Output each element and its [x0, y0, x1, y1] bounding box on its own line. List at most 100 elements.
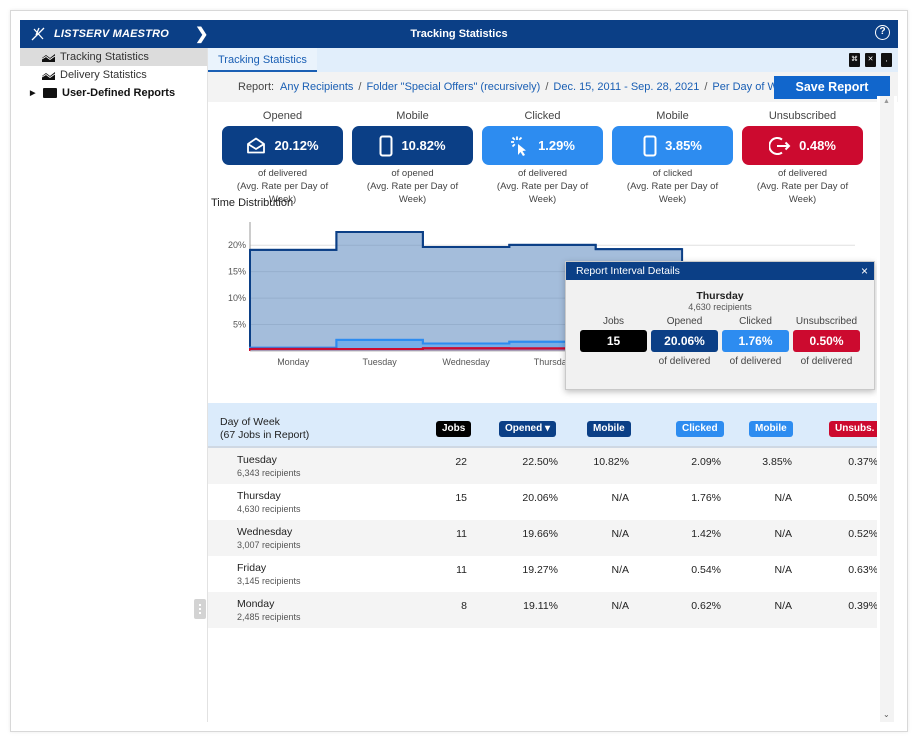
kpi-mobile-clicked: Mobile 3.85% of clicked (Avg. Rate per D…: [612, 110, 733, 206]
row-opened: 20.06%: [522, 492, 558, 504]
sidebar-item-label: User-Defined Reports: [62, 87, 176, 99]
row-mobile-opened: N/A: [611, 528, 629, 540]
y-tick-label: 10%: [228, 293, 246, 303]
row-jobs: 22: [455, 456, 467, 468]
row-clicked: 0.62%: [691, 600, 721, 612]
popup-col-foot: of delivered: [729, 356, 782, 367]
expand-triangle-icon[interactable]: ▶: [30, 89, 38, 97]
popup-col-head: Unsubscribed: [795, 316, 858, 327]
export-pdf-icon[interactable]: ⌘: [849, 53, 860, 67]
row-mobile-clicked: N/A: [774, 564, 792, 576]
y-tick-label: 20%: [228, 240, 246, 250]
chart-icon: [42, 53, 55, 62]
table-row[interactable]: Thursday 4,630 recipients 15 20.06% N/A 1.76…: [208, 484, 886, 520]
kpi-value: 10.82%: [401, 138, 446, 153]
header-jobs[interactable]: Jobs: [436, 421, 472, 437]
table-row[interactable]: Monday 2,485 recipients 8 19.11% N/A 0.62% N/…: [208, 592, 886, 628]
header-mobile-clicked[interactable]: Mobile: [749, 421, 793, 437]
table-title: Day of Week (67 Jobs in Report): [220, 416, 309, 442]
sidebar-item-delivery-statistics[interactable]: Delivery Statistics: [20, 66, 207, 84]
popup-jobs: Jobs 15: [580, 316, 647, 367]
row-mobile-opened: N/A: [611, 600, 629, 612]
export-csv-icon[interactable]: ,: [881, 53, 892, 67]
row-opened: 19.11%: [523, 600, 558, 612]
kpi-sub: of delivered: [777, 168, 828, 179]
save-report-button[interactable]: Save Report: [774, 76, 890, 99]
popup-col-foot: of delivered: [658, 356, 711, 367]
crumb-recipients[interactable]: Any Recipients: [280, 81, 353, 93]
vertical-scrollbar[interactable]: ▲ ⌄: [877, 96, 897, 722]
scroll-up-icon[interactable]: ▲: [883, 98, 890, 105]
tab-tracking-statistics[interactable]: Tracking Statistics: [208, 48, 317, 72]
table-row[interactable]: Tuesday 6,343 recipients 22 22.50% 10.82% 2.…: [208, 448, 886, 484]
mobile-icon: [379, 135, 393, 156]
row-mobile-clicked: N/A: [774, 528, 792, 540]
kpi-box[interactable]: 20.12%: [222, 126, 343, 165]
table-row[interactable]: Friday 3,145 recipients 11 19.27% N/A 0.54% N…: [208, 556, 886, 592]
sidebar-resize-handle[interactable]: [194, 599, 206, 619]
sidebar-item-label: Delivery Statistics: [60, 69, 147, 81]
day-of-week-table: Day of Week (67 Jobs in Report) Jobs Ope…: [208, 403, 886, 628]
table-row[interactable]: Wednesday 3,007 recipients 11 19.66% N/A 1.4…: [208, 520, 886, 556]
kpi-box[interactable]: 0.48%: [742, 126, 863, 165]
kpi-box[interactable]: 1.29%: [482, 126, 603, 165]
sidebar-item-user-defined-reports[interactable]: ▶ User-Defined Reports: [20, 84, 207, 102]
sidebar-item-tracking-statistics[interactable]: Tracking Statistics: [20, 48, 207, 66]
scroll-down-icon[interactable]: ⌄: [883, 710, 890, 719]
kpi-sub: of opened: [391, 168, 434, 179]
envelope-open-icon: [247, 137, 266, 154]
help-icon[interactable]: ?: [875, 25, 890, 40]
popup-recipients: 4,630 recipients: [688, 302, 752, 312]
x-tick-label: Monday: [277, 357, 310, 367]
close-icon[interactable]: ×: [861, 262, 868, 280]
row-clicked: 2.09%: [691, 456, 721, 468]
y-tick-label: 5%: [233, 320, 246, 330]
kpi-sub: of delivered: [257, 168, 308, 179]
row-mobile-clicked: N/A: [774, 600, 792, 612]
sidebar: Tracking Statistics Delivery Statistics …: [20, 48, 208, 722]
kpi-caption: Opened: [262, 110, 303, 122]
kpi-sub: (Avg. Rate per Day of Week): [496, 181, 589, 205]
report-breadcrumb: Report: Any Recipients / Folder "Special O…: [208, 72, 898, 102]
header-mobile-opened[interactable]: Mobile: [587, 421, 631, 437]
popup-col-head: Clicked: [739, 316, 772, 327]
row-clicked: 0.54%: [691, 564, 721, 576]
scrollbar-track[interactable]: [880, 96, 894, 722]
row-opened: 19.27%: [522, 564, 558, 576]
table-title-line: Day of Week: [220, 416, 280, 428]
header-unsubs[interactable]: Unsubs.: [829, 421, 881, 437]
x-tick-label: Wednesday: [442, 357, 490, 367]
header-opened-sort[interactable]: Opened ▾: [499, 421, 557, 437]
header-clicked[interactable]: Clicked: [676, 421, 724, 437]
kpi-box[interactable]: 3.85%: [612, 126, 733, 165]
row-day: Friday: [237, 562, 267, 574]
tab-bar: Tracking Statistics ⌘ ✕ ,: [208, 48, 898, 72]
table-header: Day of Week (67 Jobs in Report) Jobs Ope…: [208, 403, 886, 448]
row-mobile-clicked: 3.85%: [762, 456, 792, 468]
popup-unsubscribed: Unsubscribed 0.50% of delivered: [793, 316, 860, 367]
row-recipients: 3,007 recipients: [237, 540, 301, 550]
crumb-folder[interactable]: Folder "Special Offers" (recursively): [366, 81, 540, 93]
popup-col-value: 15: [580, 330, 647, 352]
page-title: Tracking Statistics: [410, 28, 508, 40]
row-recipients: 3,145 recipients: [237, 576, 301, 586]
export-xls-icon[interactable]: ✕: [865, 53, 876, 67]
popup-title: Report Interval Details: [576, 265, 680, 277]
row-mobile-opened: 10.82%: [593, 456, 629, 468]
row-jobs: 8: [461, 600, 467, 612]
row-recipients: 4,630 recipients: [237, 504, 301, 514]
kpi-box[interactable]: 10.82%: [352, 126, 473, 165]
kpi-value: 1.29%: [538, 138, 575, 153]
kpi-caption: Unsubscribed: [768, 110, 837, 122]
popup-day: Thursday: [696, 290, 744, 302]
export-buttons: ⌘ ✕ ,: [849, 53, 892, 67]
table-subtitle: (67 Jobs in Report): [220, 429, 310, 441]
kpi-caption: Mobile: [656, 110, 689, 122]
row-day: Thursday: [237, 490, 281, 502]
popup-col-value: 20.06%: [651, 330, 718, 352]
row-recipients: 2,485 recipients: [237, 612, 301, 622]
crumb-date-range[interactable]: Dec. 15, 2011 - Sep. 28, 2021: [553, 81, 699, 93]
kpi-clicked: Clicked 1.29% of delivered (Avg. Rate pe…: [482, 110, 603, 206]
y-tick-label: 15%: [228, 267, 246, 277]
click-icon: [511, 136, 527, 156]
